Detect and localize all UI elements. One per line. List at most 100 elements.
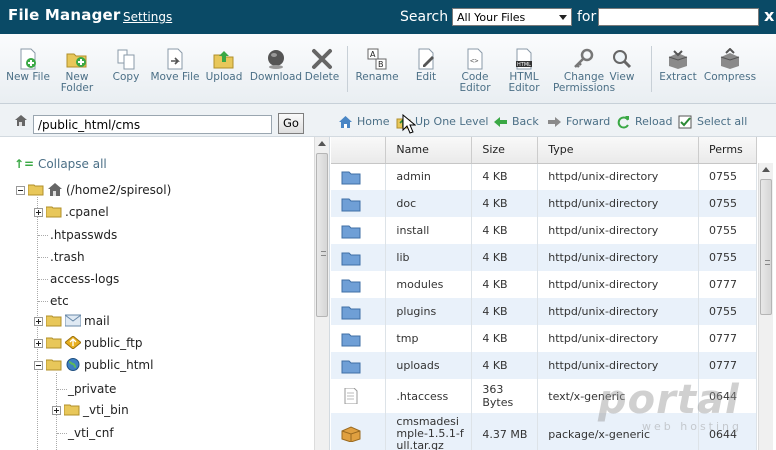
svg-text:B: B [378,60,384,69]
tree-toggle-expand[interactable] [34,317,43,326]
move-file-button[interactable]: Move File [147,48,203,83]
tree-scrollbar[interactable] [314,137,329,450]
table-row[interactable]: cmsmadesimple-1.5.1-full.tar.gz 4.37 MB … [331,413,757,450]
tree-node-access-logs[interactable]: access-logs [50,271,119,287]
nav-reload-button[interactable]: Reload [616,115,672,129]
collapse-all-link[interactable]: ↑= Collapse all [14,157,107,171]
edit-button[interactable]: Edit [398,48,454,83]
top-header: File Manager Settings Search All Your Fi… [0,0,776,34]
nav-back-button[interactable]: Back [493,115,539,129]
file-name[interactable]: uploads [385,352,473,379]
table-row[interactable]: .htaccess 363 Bytes text/x-generic 0644 [331,379,757,413]
column-header-size[interactable]: Size [471,137,539,164]
file-list-scrollbar[interactable] [758,163,773,450]
scroll-up-icon[interactable] [318,141,326,146]
view-button[interactable]: View [594,48,650,83]
tree-node-public-ftp[interactable]: public_ftp [34,335,142,351]
tree-toggle-expand[interactable] [34,208,43,217]
tree-toggle-collapse[interactable] [16,186,25,195]
tree-node-cpanel[interactable]: .cpanel [34,204,109,220]
file-name[interactable]: .htaccess [385,379,473,413]
tree-node-vti-cnf[interactable]: _vti_cnf [68,425,114,441]
compress-label: Compress [703,71,757,83]
file-name[interactable]: modules [385,271,473,298]
nav-select-all-button[interactable]: Select all [678,115,747,129]
column-header-perms[interactable]: Perms [698,137,757,164]
folder-icon [46,206,62,218]
new-folder-icon [66,53,87,68]
compress-icon [720,48,740,69]
column-header-icon[interactable] [331,137,387,164]
tree-guide-line [38,301,48,302]
extract-icon [668,50,688,69]
new-folder-button[interactable]: New Folder [49,48,105,94]
tree-node-etc[interactable]: etc [50,293,69,309]
file-name[interactable]: admin [385,163,473,190]
forward-icon [548,117,561,127]
upload-button[interactable]: Upload [196,48,252,83]
file-perms: 0755 [698,244,757,271]
tree-guide-line [38,235,48,236]
nav-home-button[interactable]: Home [338,115,389,129]
table-row[interactable]: lib 4 KB httpd/unix-directory 0755 [331,244,757,271]
file-name[interactable]: cmsmadesimple-1.5.1-full.tar.gz [385,413,473,450]
go-button[interactable]: Go [278,113,304,134]
search-input[interactable] [598,8,759,26]
file-type: httpd/unix-directory [537,271,699,298]
compress-button[interactable]: Compress [702,48,758,83]
nav-forward-button[interactable]: Forward [547,115,610,129]
tree-root-node[interactable]: (/home2/spiresol) [16,182,171,198]
scroll-up-icon[interactable] [762,167,770,172]
table-row[interactable]: uploads 4 KB httpd/unix-directory 0777 [331,352,757,379]
file-name[interactable]: doc [385,190,473,217]
nav-reload-label: Reload [635,115,673,128]
tree-node-trash[interactable]: .trash [50,249,85,265]
table-row[interactable]: tmp 4 KB httpd/unix-directory 0777 [331,325,757,352]
file-type: httpd/unix-directory [537,325,699,352]
file-type: httpd/unix-directory [537,244,699,271]
file-size: 4 KB [471,163,539,190]
new-file-button[interactable]: New File [0,48,56,83]
tree-toggle-collapse[interactable] [34,361,43,370]
table-row[interactable]: install 4 KB httpd/unix-directory 0755 [331,217,757,244]
tree-node-private[interactable]: _private [68,381,116,397]
table-row[interactable]: plugins 4 KB httpd/unix-directory 0755 [331,298,757,325]
table-row[interactable]: admin 4 KB httpd/unix-directory 0755 [331,163,757,190]
table-row[interactable]: modules 4 KB httpd/unix-directory 0777 [331,271,757,298]
code-editor-button[interactable]: <> Code Editor [447,48,503,94]
tree-node-public-html[interactable]: public_html [34,357,153,373]
scrollbar-thumb[interactable] [316,153,328,317]
html-editor-label: HTML Editor [508,71,540,94]
html-editor-button[interactable]: HTML HTML Editor [496,48,552,94]
path-input[interactable]: /public_html/cms [33,115,272,134]
close-icon[interactable]: x [764,6,774,25]
search-scope-select[interactable]: All Your Files [452,8,572,26]
copy-button[interactable]: Copy [98,48,154,83]
delete-icon [312,49,332,69]
file-name[interactable]: tmp [385,325,473,352]
settings-link[interactable]: Settings [123,10,172,24]
edit-icon [418,48,434,70]
extract-button[interactable]: Extract [650,48,706,83]
delete-button[interactable]: Delete [294,48,350,83]
ftp-icon [65,336,81,349]
column-header-type[interactable]: Type [537,137,699,164]
tree-node-label: _vti_cnf [68,426,114,440]
new-file-label: New File [6,71,50,83]
scrollbar-thumb[interactable] [760,179,772,315]
file-name[interactable]: lib [385,244,473,271]
view-label: View [609,71,635,83]
column-header-name[interactable]: Name [385,137,473,164]
tree-node-vti-bin[interactable]: _vti_bin [52,402,129,418]
tree-node-htpasswds[interactable]: .htpasswds [50,227,117,243]
file-name[interactable]: install [385,217,473,244]
table-row[interactable]: doc 4 KB httpd/unix-directory 0755 [331,190,757,217]
rename-button[interactable]: AB Rename [349,48,405,83]
rename-icon: AB [367,48,387,70]
file-name[interactable]: plugins [385,298,473,325]
tree-toggle-expand[interactable] [34,339,43,348]
tree-node-label: .htpasswds [50,228,118,242]
tree-toggle-expand[interactable] [52,406,61,415]
table-header-row: Name Size Type Perms [331,137,757,164]
tree-node-mail[interactable]: mail [34,313,110,329]
